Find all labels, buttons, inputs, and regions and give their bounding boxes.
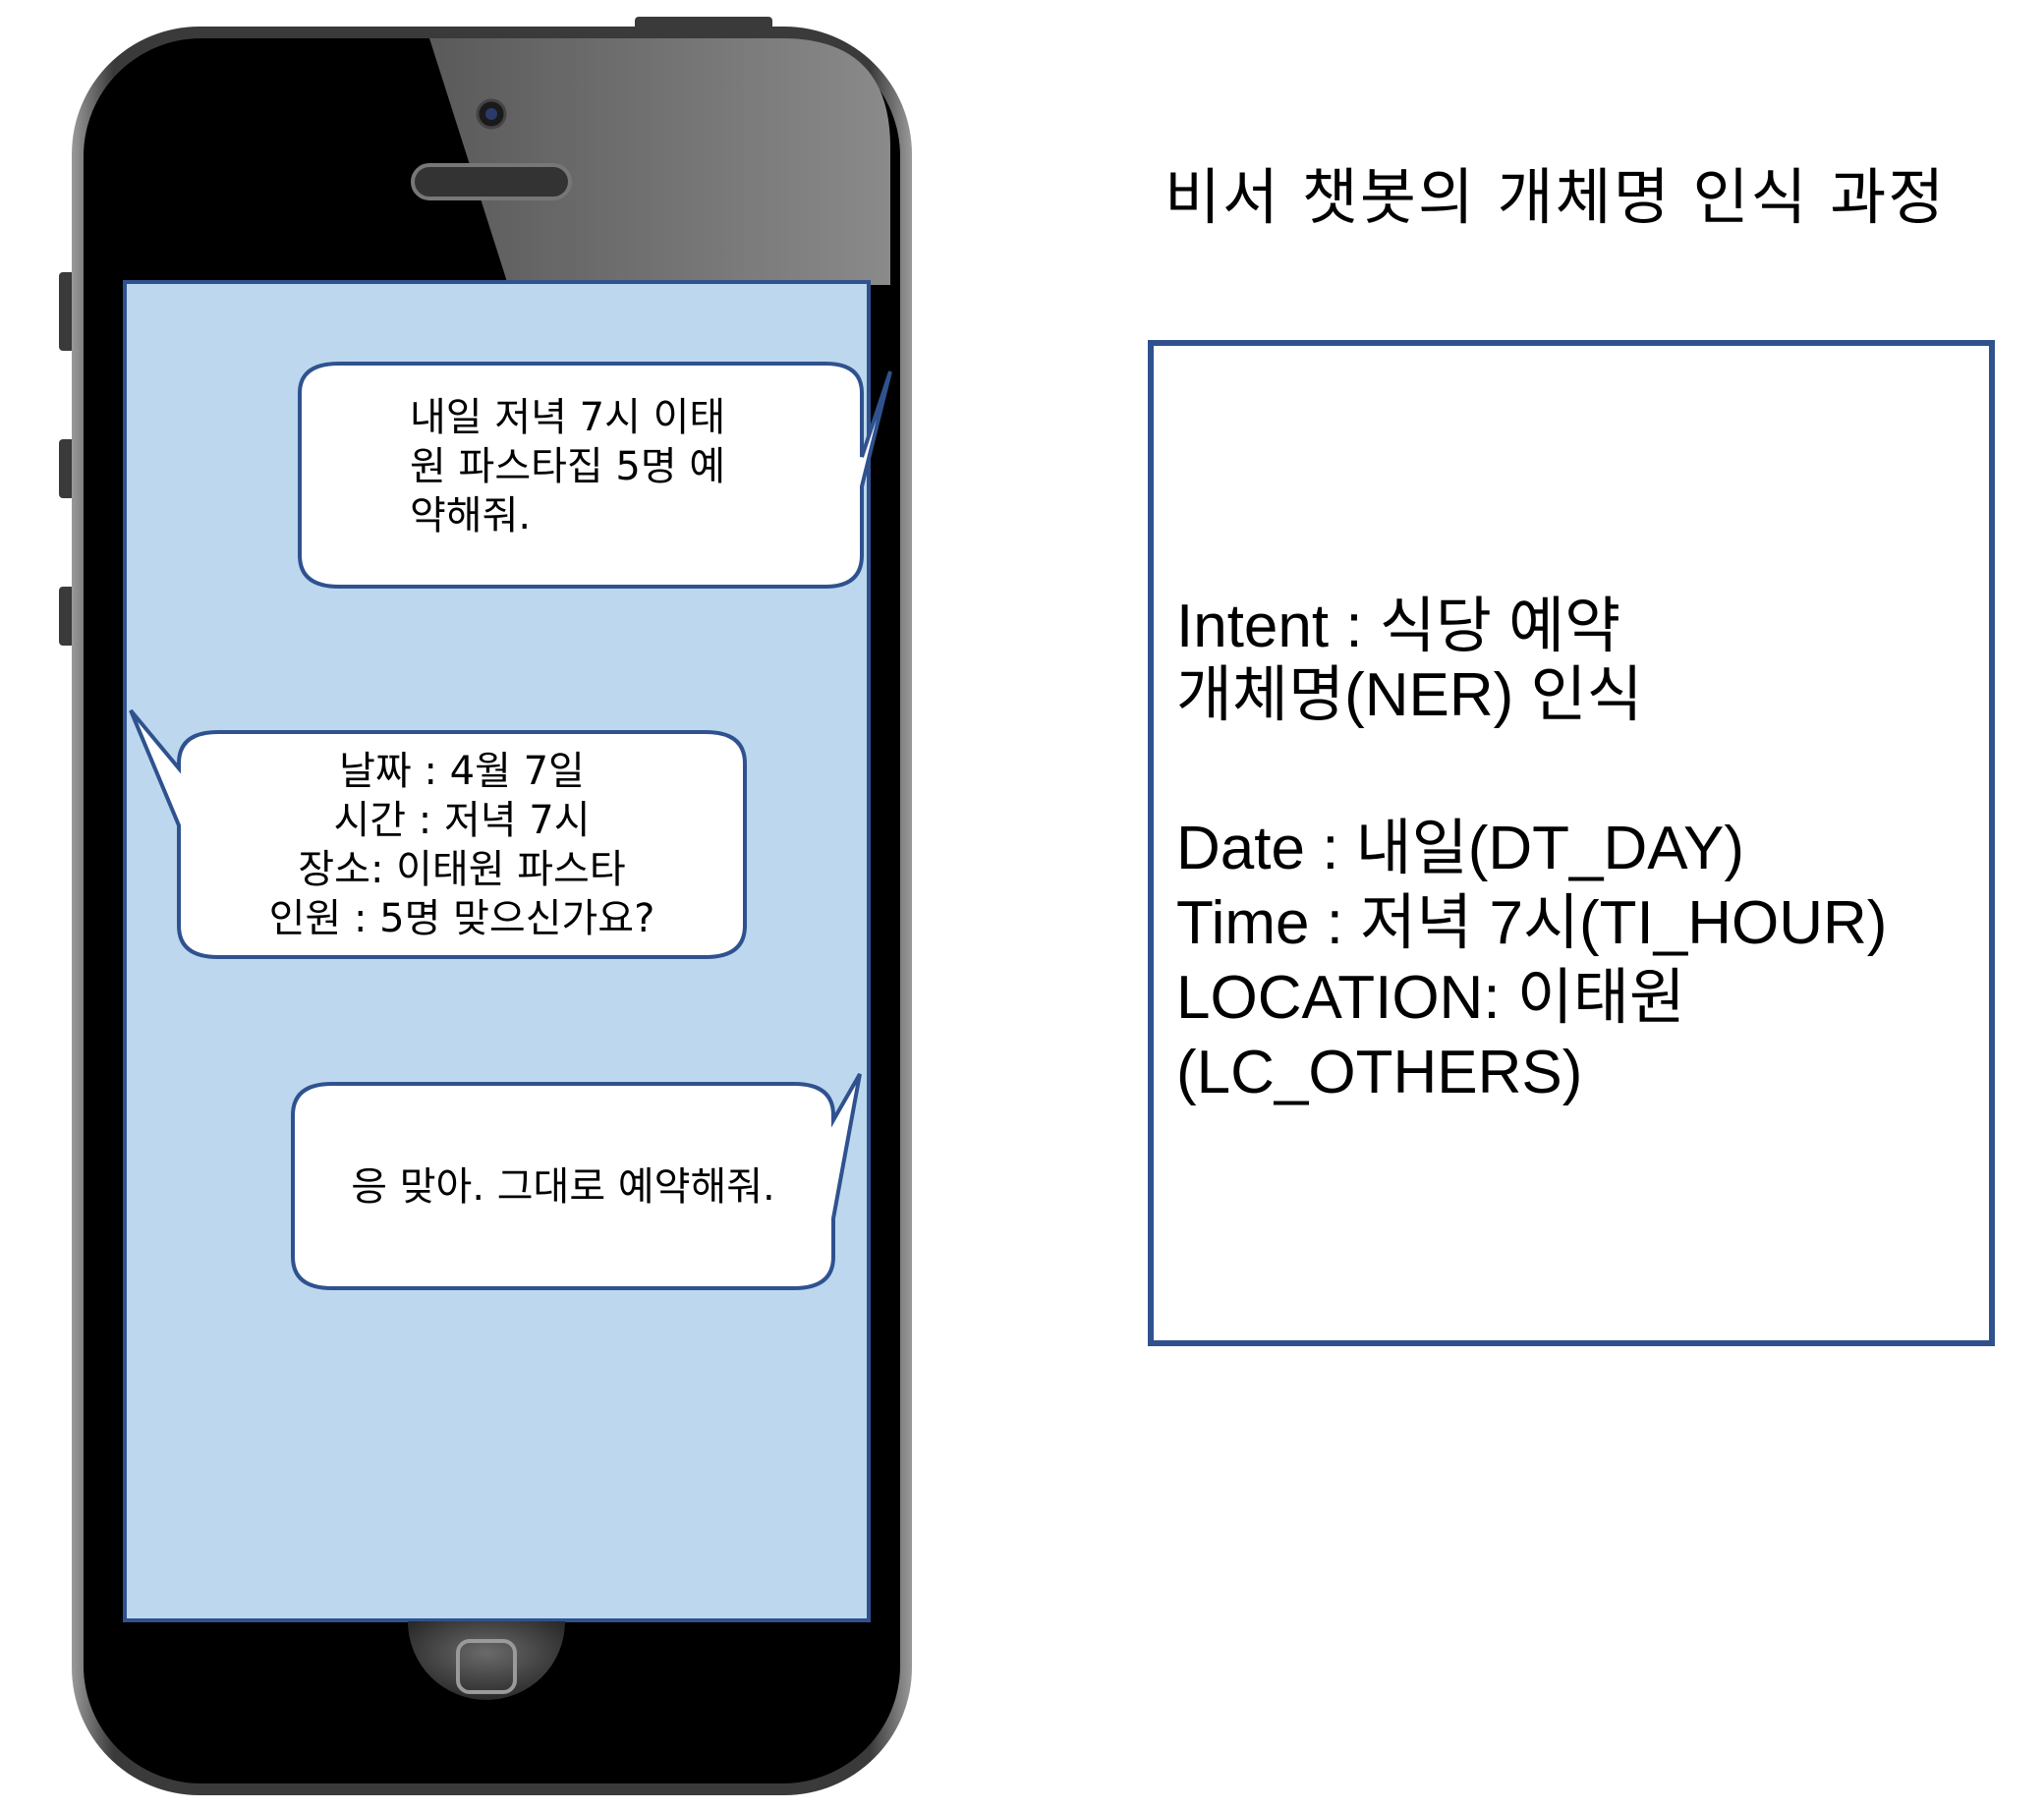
location-tag-line: (LC_OTHERS) bbox=[1176, 1039, 1583, 1106]
diagram-canvas: 내일 저녁 7시 이태 원 파스타집 5명 예 약해줘. 날짜 : 4월 7일 … bbox=[0, 0, 2044, 1810]
location-entity-line: LOCATION: 이태원 bbox=[1176, 964, 1685, 1032]
chat-message-user-2: 응 맞아. 그대로 예약해줘. bbox=[351, 1164, 775, 1210]
intent-line: Intent : 식당 예약 bbox=[1176, 593, 1621, 660]
time-entity-line: Time : 저녁 7시(TI_HOUR) bbox=[1176, 889, 1888, 957]
ner-heading: 개체명(NER) 인식 bbox=[1176, 661, 1643, 729]
bezel-glare bbox=[429, 38, 890, 285]
camera-lens bbox=[485, 108, 497, 120]
date-entity-line: Date : 내일(DT_DAY) bbox=[1176, 815, 1745, 882]
chat-message-user-1: 내일 저녁 7시 이태 원 파스타집 5명 예 약해줘. bbox=[410, 395, 726, 538]
earpiece-speaker bbox=[411, 163, 572, 200]
diagram-title: 비서 챗봇의 개체명 인식 과정 bbox=[1164, 161, 1947, 233]
chat-message-bot-1: 날짜 : 4월 7일 시간 : 저녁 7시 장소: 이태원 파스타 인원 : 5… bbox=[268, 749, 655, 941]
